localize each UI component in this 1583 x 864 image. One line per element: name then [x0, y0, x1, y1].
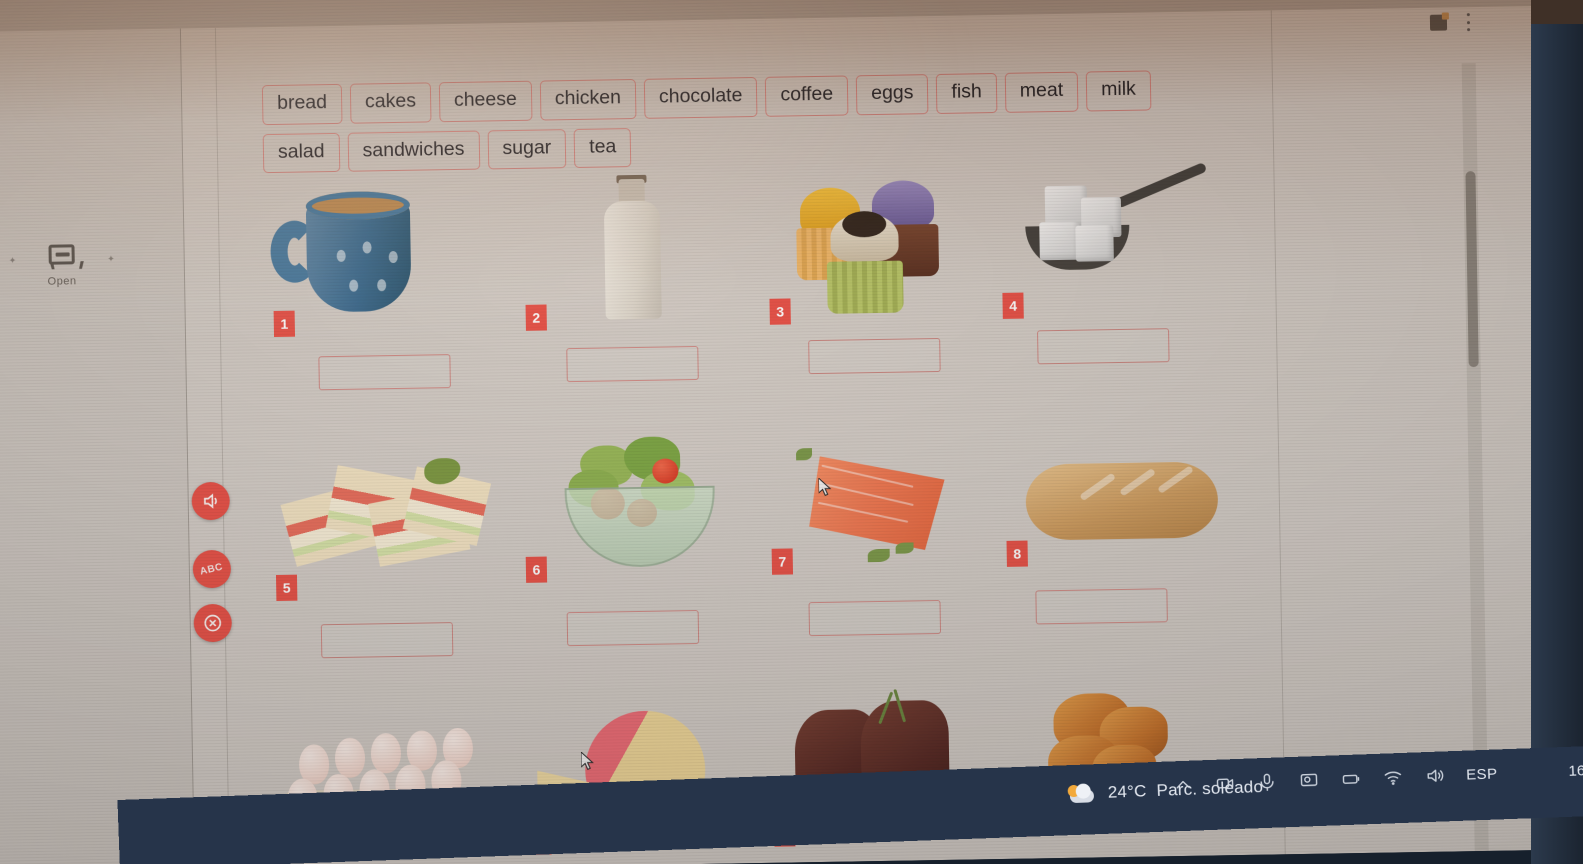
open-label: Open [47, 274, 77, 288]
mouse-cursor-salmon [817, 476, 832, 498]
exercise-item-5: 5 [268, 431, 512, 685]
picture-salmon-fish [768, 423, 1008, 577]
monitor-bezel [1531, 0, 1583, 864]
presentation-icon [48, 243, 75, 265]
scrollbar-thumb[interactable] [1465, 171, 1479, 368]
extension-icon[interactable] [1429, 14, 1448, 31]
open-presentation-widget[interactable]: ✦ ✦ Open [2, 236, 121, 296]
weather-temperature: 24°C [1107, 781, 1147, 802]
sparkle-icon-right: ✦ [107, 253, 115, 264]
left-rail: VE & EXIT ✦ ✦ Open [0, 9, 195, 864]
answer-input-1[interactable] [318, 354, 451, 391]
word-chip-coffee[interactable]: coffee [765, 75, 849, 117]
picture-cup-of-tea [263, 173, 503, 327]
exercise-grid: 1 2 3 4 5 6 7 8 [263, 161, 1236, 864]
item-number-badge: 3 [769, 298, 791, 325]
language-indicator[interactable]: ESP [1466, 765, 1498, 783]
item-number-badge: 1 [273, 310, 296, 338]
exercise-item-2: 2 [515, 169, 759, 423]
answer-input-3[interactable] [808, 337, 941, 375]
exercise-row: 1 2 3 4 [263, 161, 1227, 427]
microphone-icon[interactable] [1256, 772, 1278, 793]
exercise-item-3: 3 [763, 165, 1007, 419]
word-chip-sugar[interactable]: sugar [487, 128, 567, 170]
word-chip-cheese[interactable]: cheese [438, 80, 533, 122]
picture-sandwiches [268, 431, 508, 585]
extension-menu-icon[interactable] [1465, 13, 1471, 32]
word-chip-meat[interactable]: meat [1004, 71, 1079, 113]
word-bank: bread cakes cheese chicken chocolate cof… [261, 70, 1163, 174]
monitor-screen: 68764/next/~courses~5993662068555776~nex… [0, 0, 1565, 864]
picture-cupcakes [763, 165, 1003, 319]
exercise-item-8: 8 [1003, 419, 1247, 673]
item-number-badge: 8 [1006, 540, 1028, 567]
chevron-up-icon[interactable] [1172, 775, 1194, 796]
camera-icon[interactable] [1214, 773, 1236, 794]
picture-sugar-cubes [998, 161, 1238, 315]
word-chip-chicken[interactable]: chicken [539, 78, 637, 121]
word-chip-fish[interactable]: fish [936, 72, 998, 114]
word-chip-cakes[interactable]: cakes [349, 82, 432, 124]
answer-input-5[interactable] [320, 622, 454, 659]
wifi-icon[interactable] [1382, 767, 1404, 788]
picture-bread-loaf [1003, 419, 1243, 573]
desk-surface [1531, 0, 1583, 24]
item-number-badge: 7 [771, 548, 794, 575]
item-number-badge: 2 [525, 304, 547, 331]
item-number-badge: 6 [525, 556, 548, 583]
word-chip-bread[interactable]: bread [261, 83, 343, 125]
word-chip-milk[interactable]: milk [1085, 70, 1152, 112]
battery-icon[interactable] [1340, 768, 1362, 789]
taskbar-clock[interactable]: 16: [1568, 762, 1583, 780]
screen-share-icon[interactable] [1298, 770, 1320, 791]
exercise-item-7: 7 [768, 423, 1012, 677]
speed-label: ABC [199, 561, 225, 578]
word-chip-salad[interactable]: salad [262, 132, 340, 174]
exercise-item-1: 1 [263, 173, 507, 427]
close-x-icon [204, 614, 222, 632]
address-bar[interactable]: 68764/next/~courses~5993662068555776~nex… [270, 0, 1280, 1]
picture-salad-bowl [520, 427, 760, 581]
word-chip-sandwiches[interactable]: sandwiches [347, 130, 480, 172]
weather-icon [1067, 782, 1098, 805]
exercise-content: bread cakes cheese chicken chocolate cof… [216, 10, 1285, 864]
answer-input-8[interactable] [1035, 588, 1168, 625]
page-body: VE & EXIT ✦ ✦ Open ABC [0, 5, 1565, 864]
answer-input-2[interactable] [566, 345, 699, 383]
volume-icon[interactable] [1424, 765, 1446, 786]
speaker-icon [204, 493, 217, 509]
exercise-row: 5 6 7 8 [268, 419, 1232, 685]
mouse-cursor-cheese [580, 750, 595, 772]
sparkle-icon-left: ✦ [8, 255, 17, 266]
exercise-item-4: 4 [998, 161, 1242, 415]
picture-bottle-of-milk [515, 169, 755, 323]
answer-input-6[interactable] [566, 610, 700, 647]
extension-toolbar [1429, 13, 1471, 32]
item-number-badge: 4 [1002, 292, 1024, 319]
page-scrollbar[interactable] [1461, 63, 1490, 864]
answer-input-7[interactable] [808, 599, 942, 637]
word-chip-eggs[interactable]: eggs [855, 74, 929, 115]
item-number-badge: 5 [275, 574, 298, 602]
answer-input-4[interactable] [1037, 328, 1170, 365]
photographed-screen: 68764/next/~courses~5993662068555776~nex… [0, 0, 1583, 864]
word-chip-tea[interactable]: tea [573, 127, 632, 169]
word-chip-chocolate[interactable]: chocolate [643, 76, 758, 119]
exercise-item-6: 6 [520, 427, 764, 681]
system-tray: ESP [1172, 763, 1498, 795]
